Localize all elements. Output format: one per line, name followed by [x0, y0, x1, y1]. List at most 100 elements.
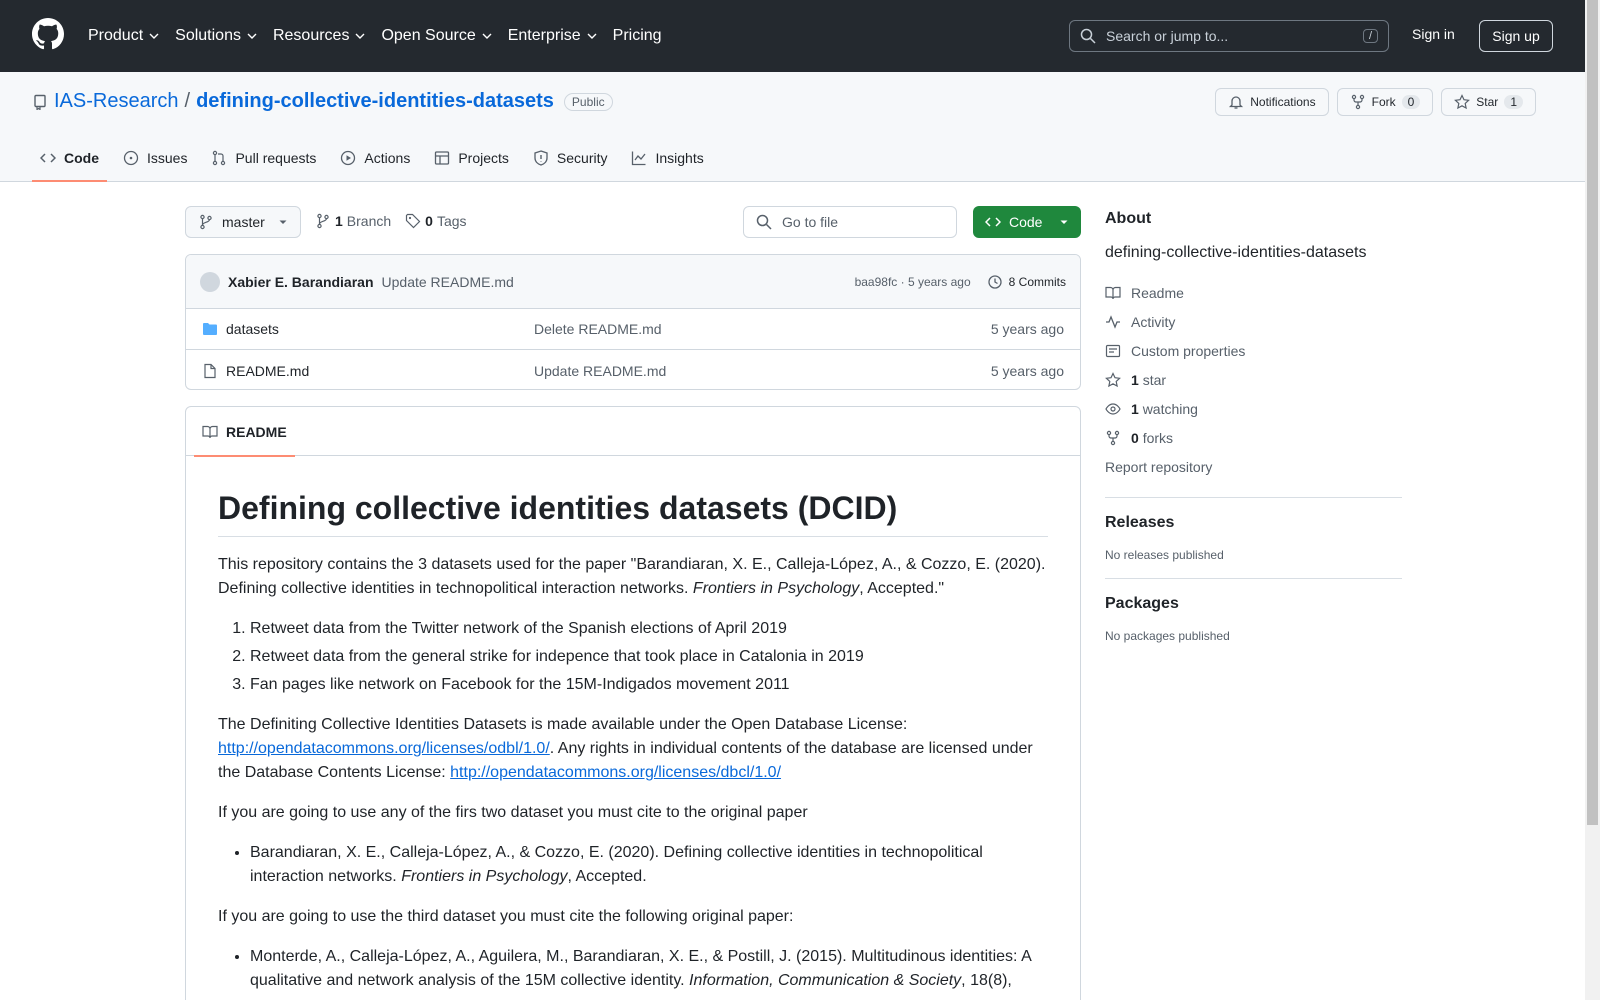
- citation-journal: Information, Communication & Society: [689, 972, 962, 989]
- activity-link[interactable]: Activity: [1105, 307, 1402, 336]
- dbcl-license-link[interactable]: http://opendatacommons.org/licenses/dbcl…: [450, 764, 781, 781]
- odbl-license-link[interactable]: http://opendatacommons.org/licenses/odbl…: [218, 740, 550, 757]
- readme-link-label: Readme: [1131, 284, 1184, 301]
- citation-list-2: Monterde, A., Calleja-López, A., Aguiler…: [218, 945, 1048, 993]
- star-icon: [1105, 371, 1121, 387]
- license-text: The Definiting Collective Identities Dat…: [218, 716, 908, 733]
- go-to-file-input[interactable]: Go to file: [743, 206, 957, 238]
- stars-label: star: [1142, 371, 1167, 388]
- nav-product[interactable]: Product: [88, 27, 159, 45]
- branch-name: master: [222, 214, 265, 230]
- packages-heading[interactable]: Packages: [1105, 595, 1402, 613]
- repo-name-link[interactable]: defining-collective-identities-datasets: [196, 90, 554, 113]
- bell-icon: [1229, 96, 1244, 109]
- commits-history-link[interactable]: 8 Commits: [987, 274, 1066, 290]
- custom-properties-label: Custom properties: [1131, 342, 1246, 359]
- file-name-link[interactable]: README.md: [226, 363, 309, 379]
- citation-text-end: , 18(8),: [961, 972, 1012, 989]
- citation-list-1: Barandiaran, X. E., Calleja-López, A., &…: [218, 841, 1048, 889]
- repo-actions: Notifications Fork 0 Star 1: [1215, 88, 1536, 116]
- nav-solutions-label: Solutions: [175, 27, 241, 44]
- nav-open-source[interactable]: Open Source: [381, 27, 492, 45]
- github-logo-icon[interactable]: [32, 18, 64, 50]
- nav-solutions[interactable]: Solutions: [175, 27, 257, 45]
- intro-journal: Frontiers in Psychology: [692, 580, 860, 597]
- chevron-down-icon: [149, 33, 159, 39]
- stars-count: 1: [1131, 371, 1139, 388]
- file-row[interactable]: README.md Update README.md 5 years ago: [186, 350, 1080, 389]
- tab-issues[interactable]: Issues: [115, 134, 195, 182]
- stars-link[interactable]: 1 star: [1105, 365, 1402, 394]
- sidebar-divider: [1105, 497, 1402, 498]
- notifications-label: Notifications: [1250, 95, 1316, 109]
- shield-icon: [534, 150, 548, 166]
- commit-author[interactable]: Xabier E. Barandiaran: [228, 274, 374, 290]
- sign-in-link[interactable]: Sign in: [1412, 26, 1455, 42]
- latest-commit: Xabier E. Barandiaran Update README.md b…: [186, 255, 1080, 309]
- nav-resources[interactable]: Resources: [273, 27, 365, 45]
- cite-instruction-1: If you are going to use any of the firs …: [218, 804, 808, 821]
- search-placeholder: Search or jump to...: [1106, 28, 1229, 44]
- list-item: Monterde, A., Calleja-López, A., Aguiler…: [250, 945, 1048, 993]
- custom-properties-link[interactable]: Custom properties: [1105, 336, 1402, 365]
- page-scrollbar[interactable]: [1585, 0, 1600, 1000]
- branch-selector[interactable]: master: [185, 206, 301, 238]
- scrollbar-thumb[interactable]: [1587, 0, 1598, 825]
- repo-owner-link[interactable]: IAS-Research: [54, 90, 179, 113]
- notifications-button[interactable]: Notifications: [1215, 88, 1329, 116]
- commit-message[interactable]: Update README.md: [382, 274, 514, 290]
- citation-text-end: , Accepted.: [567, 868, 647, 885]
- file-name-cell: README.md: [202, 363, 534, 379]
- code-icon: [985, 217, 1001, 227]
- releases-empty-text: No releases published: [1105, 548, 1224, 562]
- star-count: 1: [1504, 95, 1523, 109]
- nav-enterprise[interactable]: Enterprise: [508, 27, 597, 45]
- tab-projects[interactable]: Projects: [426, 134, 517, 182]
- tab-insights-label: Insights: [655, 150, 704, 166]
- tab-security[interactable]: Security: [525, 134, 616, 182]
- readme-tab-label: README: [226, 423, 287, 440]
- repo-title: IAS-Research / defining-collective-ident…: [32, 90, 613, 113]
- file-commit-date: 5 years ago: [990, 321, 1064, 337]
- file-name-link[interactable]: datasets: [226, 321, 279, 337]
- tab-insights[interactable]: Insights: [623, 134, 711, 182]
- sign-up-button[interactable]: Sign up: [1479, 20, 1553, 52]
- report-repository-link[interactable]: Report repository: [1105, 452, 1402, 481]
- commit-meta: baa98fc · 5 years ago 8 Commits: [855, 274, 1066, 290]
- star-button[interactable]: Star 1: [1441, 88, 1536, 116]
- releases-heading[interactable]: Releases: [1105, 514, 1402, 532]
- code-download-button[interactable]: Code: [973, 206, 1081, 238]
- readme-link[interactable]: Readme: [1105, 278, 1402, 307]
- chevron-down-icon: [587, 33, 597, 39]
- pull-request-icon: [213, 150, 226, 166]
- fork-count: 0: [1401, 95, 1421, 109]
- tag-count: 0: [425, 213, 433, 229]
- watchers-link[interactable]: 1 watching: [1105, 394, 1402, 423]
- tab-code[interactable]: Code: [32, 134, 107, 182]
- branches-link[interactable]: 1 Branch: [315, 213, 391, 229]
- tab-pull-requests[interactable]: Pull requests: [203, 134, 324, 182]
- file-row[interactable]: datasets Delete README.md 5 years ago: [186, 309, 1080, 350]
- search-input[interactable]: Search or jump to... /: [1069, 20, 1389, 52]
- global-header: Product Solutions Resources Open Source …: [0, 0, 1585, 72]
- commit-hash-time[interactable]: baa98fc · 5 years ago: [855, 275, 971, 289]
- file-commit-message[interactable]: Update README.md: [534, 363, 991, 379]
- list-item: Fan pages like network on Facebook for t…: [250, 673, 1048, 697]
- branch-count: 1: [335, 213, 343, 229]
- file-commit-message[interactable]: Delete README.md: [534, 321, 991, 337]
- file-commit-date: 5 years ago: [990, 362, 1064, 379]
- forks-count: 0: [1131, 429, 1139, 446]
- fork-label: Fork: [1371, 95, 1396, 109]
- fork-button[interactable]: Fork 0: [1336, 88, 1434, 116]
- forks-link[interactable]: 0 forks: [1105, 423, 1402, 452]
- tags-link[interactable]: 0 Tags: [405, 213, 467, 229]
- avatar[interactable]: [200, 271, 220, 292]
- nav-pricing[interactable]: Pricing: [613, 27, 662, 45]
- list-item: Barandiaran, X. E., Calleja-López, A., &…: [250, 841, 1048, 889]
- code-icon: [40, 153, 56, 163]
- readme-tab[interactable]: README: [194, 407, 295, 457]
- tab-actions[interactable]: Actions: [332, 134, 418, 182]
- forks-label: forks: [1142, 429, 1174, 446]
- visibility-badge: Public: [563, 92, 613, 111]
- license-paragraph: The Definiting Collective Identities Dat…: [218, 713, 1048, 785]
